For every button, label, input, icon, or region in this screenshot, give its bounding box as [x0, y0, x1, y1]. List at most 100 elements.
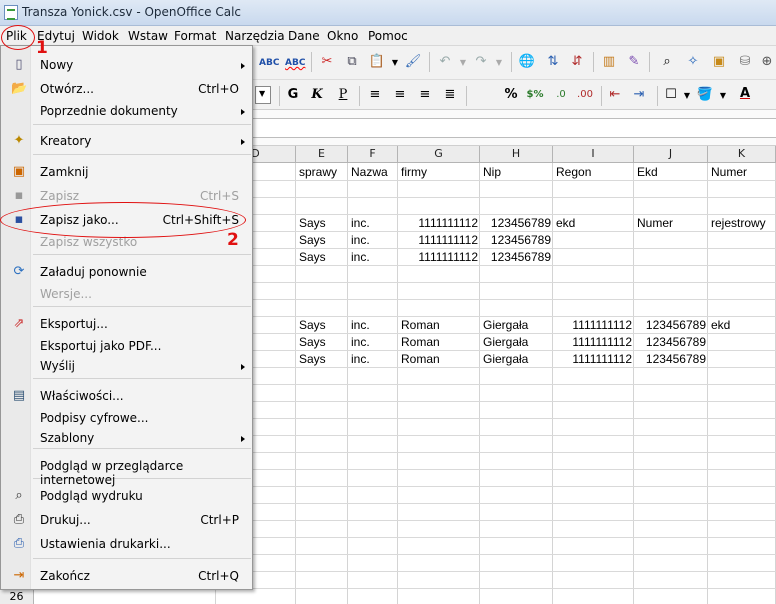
table-cell[interactable]: ekd: [711, 317, 775, 334]
menu-narzedzia[interactable]: Narzędzia: [225, 28, 285, 44]
sort-descending-icon[interactable]: ⇵: [567, 54, 587, 70]
menu-pomoc[interactable]: Pomoc: [368, 28, 408, 44]
table-cell[interactable]: 1111111112: [398, 249, 478, 266]
table-cell[interactable]: 123456789: [634, 334, 706, 351]
column-header-e[interactable]: E: [296, 146, 348, 163]
italic-button[interactable]: K: [307, 87, 327, 103]
menu-item-zamknij[interactable]: ▣ Zamknij: [2, 161, 253, 183]
menu-item-podglad-www[interactable]: Podgląd w przeglądarce internetowej: [2, 455, 253, 487]
menu-item-wlasciwosci[interactable]: ▤ Właściwości...: [2, 385, 253, 407]
borders-dropdown-icon[interactable]: ▼: [677, 88, 697, 104]
percent-format-button[interactable]: %: [501, 87, 521, 103]
menu-item-poprzednie[interactable]: Poprzednie dokumenty: [2, 100, 253, 122]
menu-format[interactable]: Format: [174, 28, 216, 44]
menu-item-zakoncz[interactable]: ⇥ Zakończ Ctrl+Q: [2, 565, 253, 587]
menu-item-label: Podgląd w przeglądarce internetowej: [40, 459, 184, 487]
gallery-icon[interactable]: ▣: [709, 54, 729, 70]
table-cell[interactable]: Numer: [711, 164, 775, 181]
menu-item-label: Kreatory: [40, 134, 92, 148]
redo-dropdown-icon[interactable]: ▼: [489, 55, 509, 71]
toolbar-separator: [359, 86, 360, 106]
toolbar-separator: [511, 52, 512, 72]
increase-indent-icon[interactable]: ⇥: [629, 87, 649, 103]
column-header-f[interactable]: F: [348, 146, 398, 163]
toolbar-separator: [311, 52, 312, 72]
align-left-icon[interactable]: ≡: [365, 87, 385, 103]
menu-item-otworz[interactable]: 📂 Otwórz... Ctrl+O: [2, 78, 253, 100]
menu-item-szablony[interactable]: Szablony: [2, 427, 253, 449]
menu-dane[interactable]: Dane: [288, 28, 320, 44]
spellcheck-icon[interactable]: ABC: [259, 55, 279, 71]
table-cell[interactable]: 1111111112: [553, 334, 632, 351]
background-dropdown-icon[interactable]: ▼: [713, 88, 733, 104]
find-replace-icon[interactable]: ⌕: [657, 54, 677, 70]
paste-dropdown-icon[interactable]: ▼: [385, 55, 405, 71]
open-folder-icon: 📂: [11, 81, 28, 96]
sort-ascending-icon[interactable]: ⇅: [543, 54, 563, 70]
justify-icon[interactable]: ≣: [440, 87, 460, 103]
add-decimal-button[interactable]: .0: [551, 87, 571, 103]
table-cell[interactable]: 123456789: [634, 317, 706, 334]
delete-decimal-button[interactable]: .00: [575, 87, 595, 103]
menu-item-eksportuj[interactable]: ⇗ Eksportuj...: [2, 313, 253, 335]
navigator-icon[interactable]: ✧: [683, 54, 703, 70]
undo-dropdown-icon[interactable]: ▼: [453, 55, 473, 71]
copy-icon[interactable]: ⧉: [342, 54, 362, 70]
table-cell[interactable]: 123456789: [480, 232, 551, 249]
menu-item-zaladuj[interactable]: ⟳ Załaduj ponownie: [2, 261, 253, 283]
column-header-i[interactable]: I: [553, 146, 634, 163]
menu-item-drukuj[interactable]: ⎙ Drukuj... Ctrl+P: [2, 509, 253, 531]
draw-functions-icon[interactable]: ✎: [624, 54, 644, 70]
menu-item-wyslij[interactable]: Wyślij: [2, 355, 253, 377]
table-cell[interactable]: 1111111112: [398, 232, 478, 249]
formula-input[interactable]: [253, 118, 776, 138]
menu-widok[interactable]: Widok: [82, 28, 119, 44]
table-cell[interactable]: 123456789: [480, 215, 551, 232]
background-color-icon[interactable]: 🪣: [695, 87, 715, 103]
currency-format-button[interactable]: $%: [525, 87, 545, 103]
column-header-j[interactable]: J: [634, 146, 708, 163]
row-header[interactable]: 26: [0, 588, 34, 604]
format-paintbrush-icon[interactable]: 🖌: [403, 54, 423, 70]
menu-item-podpisy[interactable]: Podpisy cyfrowe...: [2, 407, 253, 429]
column-header-g[interactable]: G: [398, 146, 480, 163]
menu-item-label: Podpisy cyfrowe...: [40, 411, 149, 425]
menu-item-ustawienia-drukarki[interactable]: ⎙ Ustawienia drukarki...: [2, 533, 253, 555]
menu-wstaw[interactable]: Wstaw: [128, 28, 168, 44]
undo-icon[interactable]: ↶: [435, 54, 455, 70]
menu-item-wersje: Wersje...: [2, 283, 253, 305]
cut-icon[interactable]: ✂: [317, 54, 337, 70]
calc-app-icon: [4, 5, 18, 20]
window-title: Transza Yonick.csv - OpenOffice Calc: [22, 5, 242, 19]
table-cell[interactable]: rejestrowy: [711, 215, 775, 232]
font-size-dropdown[interactable]: ▼: [255, 86, 271, 104]
menu-okno[interactable]: Okno: [327, 28, 358, 44]
paste-icon[interactable]: 📋: [367, 54, 387, 70]
data-sources-icon[interactable]: ⛁: [735, 54, 755, 70]
table-cell[interactable]: 1111111112: [398, 215, 478, 232]
align-center-icon[interactable]: ≡: [390, 87, 410, 103]
redo-icon[interactable]: ↷: [471, 54, 491, 70]
column-header-h[interactable]: H: [480, 146, 553, 163]
table-cell[interactable]: 123456789: [634, 351, 706, 368]
hyperlink-icon[interactable]: 🌐: [517, 54, 537, 70]
underline-button[interactable]: P: [333, 87, 353, 103]
menu-item-eksportuj-pdf[interactable]: Eksportuj jako PDF...: [2, 335, 253, 357]
chart-icon[interactable]: ▥: [599, 54, 619, 70]
menu-item-podglad-wydruku[interactable]: ⌕ Podgląd wydruku: [2, 485, 253, 507]
align-right-icon[interactable]: ≡: [415, 87, 435, 103]
table-cell[interactable]: 1111111112: [553, 351, 632, 368]
table-cell[interactable]: 1111111112: [553, 317, 632, 334]
column-header-k[interactable]: K: [708, 146, 776, 163]
bold-button[interactable]: G: [283, 87, 303, 103]
autospellcheck-icon[interactable]: ABC: [285, 55, 305, 71]
table-cell[interactable]: 123456789: [480, 249, 551, 266]
standard-toolbar: ABC ABC ✂ ⧉ 📋 ▼ 🖌 ↶ ▼ ↷ ▼ 🌐 ⇅ ⇵ ▥ ✎ ⌕ ✧ …: [253, 46, 776, 80]
zoom-icon[interactable]: ⊕: [757, 54, 776, 70]
toolbar-separator: [593, 52, 594, 72]
menu-item-kreatory[interactable]: ✦ Kreatory: [2, 130, 253, 152]
toolbar-separator: [466, 86, 467, 106]
menu-item-label: Właściwości...: [40, 389, 124, 403]
font-color-icon[interactable]: A: [735, 86, 755, 102]
decrease-indent-icon[interactable]: ⇤: [605, 87, 625, 103]
